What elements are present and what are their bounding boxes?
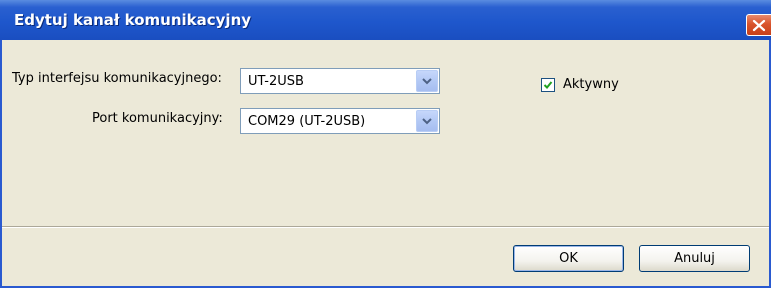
dialog-window: Edytuj kanał komunikacyjny Typ interfejs… <box>0 0 771 288</box>
dialog-title: Edytuj kanał komunikacyjny <box>14 11 252 29</box>
port-dropdown-button[interactable] <box>416 110 438 132</box>
active-checkbox[interactable] <box>541 78 555 92</box>
ok-button[interactable]: OK <box>513 245 624 272</box>
title-bar[interactable]: Edytuj kanał komunikacyjny <box>0 0 771 40</box>
interface-type-label: Typ interfejsu komunikacyjnego: <box>12 71 222 86</box>
checkmark-icon <box>543 81 553 89</box>
window-frame-left <box>0 40 2 288</box>
port-value: COM29 (UT-2USB) <box>248 114 366 129</box>
close-icon <box>752 19 766 32</box>
interface-type-select[interactable]: UT-2USB <box>240 68 440 94</box>
separator-highlight <box>2 227 769 228</box>
close-button[interactable] <box>746 14 771 36</box>
active-label[interactable]: Aktywny <box>563 77 619 92</box>
port-select[interactable]: COM29 (UT-2USB) <box>240 108 440 134</box>
chevron-down-icon <box>422 118 432 125</box>
port-label: Port komunikacyjny: <box>92 111 223 126</box>
cancel-button[interactable]: Anuluj <box>639 245 750 272</box>
interface-type-value: UT-2USB <box>248 74 304 89</box>
interface-type-dropdown-button[interactable] <box>416 70 438 92</box>
chevron-down-icon <box>422 78 432 85</box>
